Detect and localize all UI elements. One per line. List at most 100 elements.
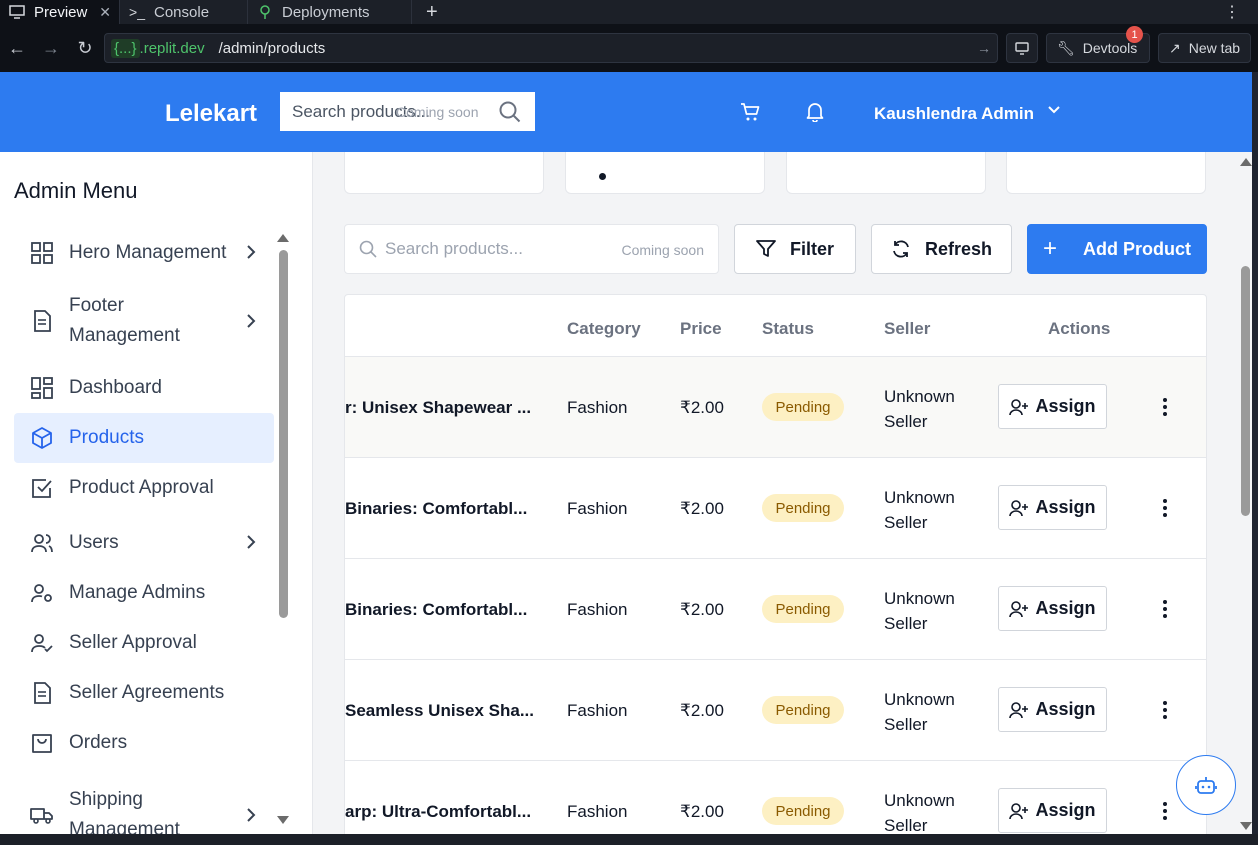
product-name[interactable]: Binaries: Comfortabl... (345, 600, 535, 620)
search-icon[interactable] (499, 101, 521, 123)
tab-deployments[interactable]: Deployments (248, 0, 412, 24)
column-header[interactable]: Seller (884, 319, 930, 339)
table-row[interactable]: Binaries: Comfortabl... Fashion ₹2.00 Pe… (345, 458, 1206, 559)
grid-icon (30, 241, 54, 265)
chevron-right-icon (247, 314, 256, 328)
new-tab-button[interactable]: ↗ New tab (1158, 33, 1252, 63)
product-name[interactable]: Seamless Unisex Sha... (345, 701, 535, 721)
product-seller: Unknown Seller (884, 384, 974, 434)
assign-button[interactable]: Assign (998, 586, 1107, 631)
user-check-icon (30, 631, 54, 655)
brand-logo[interactable]: Lelekart (165, 100, 257, 128)
tab-console[interactable]: >_ Console (120, 0, 248, 24)
product-search-input[interactable]: Search products... Coming soon (344, 224, 719, 274)
assign-button[interactable]: Assign (998, 788, 1107, 833)
product-name[interactable]: arp: Ultra-Comfortabl... (345, 802, 535, 822)
chevron-right-icon (247, 808, 256, 822)
device-toggle-button[interactable] (1006, 33, 1038, 63)
devtools-button[interactable]: 🔧︎ Devtools 1 (1046, 26, 1150, 63)
top-header: Lelekart Search products... Coming soon … (0, 72, 1252, 152)
tab-label: Console (154, 3, 210, 21)
status-badge: Pending (762, 797, 844, 825)
sidebar-scrollbar[interactable] (279, 250, 288, 618)
product-seller: Unknown Seller (884, 586, 974, 636)
assign-button[interactable]: Assign (998, 485, 1107, 530)
sidebar-item-product-approval[interactable]: Product Approval (14, 463, 274, 513)
user-menu-name[interactable]: Kaushlendra Admin (874, 104, 1034, 124)
more-vertical-icon[interactable] (1162, 397, 1168, 417)
product-name[interactable]: r: Unisex Shapewear ... (345, 398, 535, 418)
sidebar-item-orders[interactable]: Orders (14, 718, 274, 768)
more-vertical-icon[interactable] (1162, 599, 1168, 619)
scroll-up-arrow-icon[interactable] (277, 234, 289, 242)
product-price: ₹2.00 (680, 499, 724, 518)
page-scroll-up-icon[interactable] (1240, 158, 1252, 166)
scroll-down-arrow-icon[interactable] (277, 816, 289, 824)
users-icon (30, 531, 54, 555)
add-tab-button[interactable]: + (412, 1, 452, 24)
column-header[interactable]: Status (762, 319, 814, 339)
sidebar-item-users[interactable]: Users (14, 518, 274, 568)
sidebar-item-label: Product Approval (69, 477, 214, 498)
reload-icon[interactable]: ↻ (68, 38, 102, 59)
assistant-chat-button[interactable] (1176, 755, 1236, 815)
column-header[interactable]: Price (680, 319, 722, 339)
more-vertical-icon[interactable] (1162, 700, 1168, 720)
sidebar-title: Admin Menu (14, 178, 138, 203)
assign-button[interactable]: Assign (998, 687, 1107, 732)
product-category: Fashion (567, 802, 628, 821)
header-search-input[interactable]: Search products... Coming soon (280, 92, 535, 131)
refresh-button[interactable]: Refresh (871, 224, 1012, 274)
sidebar-item-footer-management[interactable]: Footer Management (14, 288, 274, 354)
column-header[interactable]: Category (567, 319, 641, 339)
user-plus-icon (1009, 499, 1029, 516)
table-row[interactable]: r: Unisex Shapewear ... Fashion ₹2.00 Pe… (345, 357, 1206, 458)
bell-icon[interactable] (806, 102, 824, 122)
close-icon[interactable]: ✕ (99, 4, 111, 21)
page-scrollbar[interactable] (1241, 266, 1250, 516)
product-price: ₹2.00 (680, 802, 724, 821)
sidebar-item-label: Products (69, 427, 144, 448)
sidebar-item-manage-admins[interactable]: Manage Admins (14, 568, 274, 618)
chevron-down-icon[interactable] (1047, 105, 1061, 115)
sidebar-item-hero-management[interactable]: Hero Management (14, 228, 274, 278)
chevron-right-icon (247, 245, 256, 259)
sidebar-item-dashboard[interactable]: Dashboard (14, 363, 274, 413)
back-icon[interactable]: ← (0, 38, 34, 59)
table-row[interactable]: Seamless Unisex Sha... Fashion ₹2.00 Pen… (345, 660, 1206, 761)
forward-icon[interactable]: → (34, 38, 68, 59)
table-row[interactable]: Binaries: Comfortabl... Fashion ₹2.00 Pe… (345, 559, 1206, 660)
seller-line: Unknown (884, 387, 955, 406)
assign-label: Assign (1035, 699, 1096, 719)
url-path: /admin/products (218, 39, 326, 57)
product-seller: Unknown Seller (884, 485, 974, 535)
add-product-button[interactable]: + Add Product (1027, 224, 1207, 274)
page-scroll-down-icon[interactable] (1240, 822, 1252, 830)
product-seller: Unknown Seller (884, 687, 974, 737)
more-vertical-icon[interactable] (1162, 801, 1168, 821)
more-vertical-icon[interactable]: ⋮ (1224, 2, 1258, 22)
go-arrow-icon[interactable]: → (977, 40, 991, 56)
sidebar-item-seller-approval[interactable]: Seller Approval (14, 618, 274, 668)
more-vertical-icon[interactable] (1162, 498, 1168, 518)
monitor-icon (1015, 41, 1029, 55)
shopping-bag-icon (30, 731, 54, 755)
sidebar-item-seller-agreements[interactable]: Seller Agreements (14, 668, 274, 718)
seller-line: Unknown (884, 690, 955, 709)
url-input[interactable]: {...} .replit.dev /admin/products → (104, 33, 998, 63)
cart-icon[interactable] (740, 102, 760, 122)
assign-button[interactable]: Assign (998, 384, 1107, 429)
add-product-label: Add Product (1083, 238, 1191, 259)
product-name[interactable]: Binaries: Comfortabl... (345, 499, 535, 519)
table-row[interactable]: arp: Ultra-Comfortabl... Fashion ₹2.00 P… (345, 761, 1206, 834)
sidebar-item-shipping-management[interactable]: Shipping Management (14, 782, 274, 834)
product-category: Fashion (567, 499, 628, 518)
sidebar-item-products[interactable]: Products (14, 413, 274, 463)
product-category: Fashion (567, 701, 628, 720)
user-cog-icon (30, 581, 54, 605)
tab-preview[interactable]: Preview ✕ (0, 0, 120, 24)
assign-label: Assign (1035, 497, 1096, 517)
sidebar-item-label: Footer Management (69, 295, 180, 346)
filter-button[interactable]: Filter (734, 224, 856, 274)
stat-card (565, 152, 765, 194)
